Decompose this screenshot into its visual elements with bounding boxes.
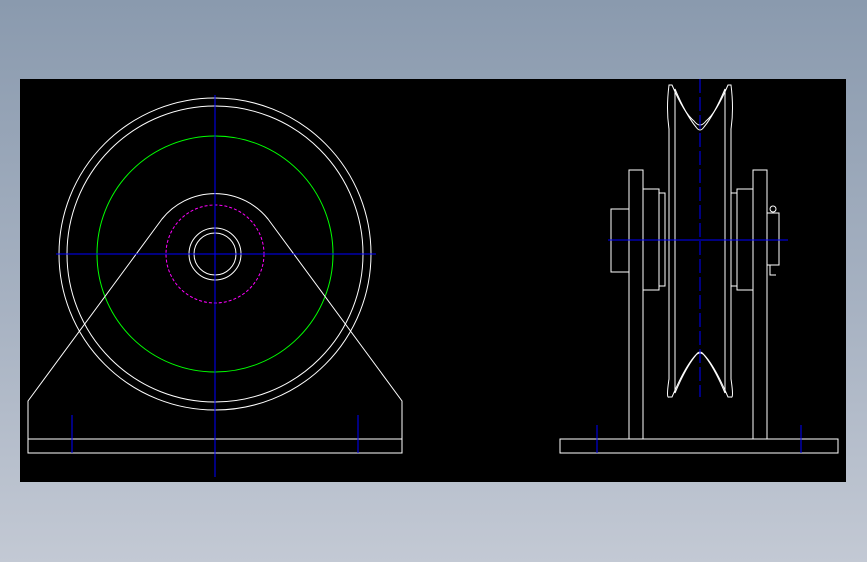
right-upright xyxy=(752,169,768,440)
left-upright xyxy=(628,169,644,440)
pin-body xyxy=(766,212,780,266)
side-base-plate xyxy=(559,438,839,454)
front-centerlines xyxy=(56,95,376,477)
cad-viewport[interactable] xyxy=(20,79,846,482)
pin-ring xyxy=(769,205,777,213)
front-view xyxy=(27,95,403,477)
pin-clip xyxy=(769,265,776,276)
side-view xyxy=(559,79,839,454)
cad-drawing-canvas xyxy=(27,79,839,477)
